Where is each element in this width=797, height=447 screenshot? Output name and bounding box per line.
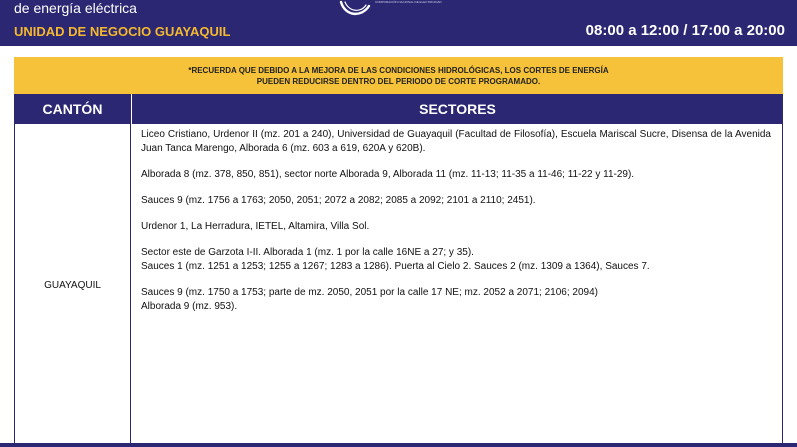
table-body: GUAYAQUIL Liceo Cristiano, Urdenor II (m… (15, 124, 782, 447)
bottom-border (0, 443, 797, 447)
sector-group: Liceo Cristiano, Urdenor II (mz. 201 a 2… (141, 128, 771, 156)
sector-text: Sauces 9 (mz. 1750 a 1753; parte de mz. … (141, 287, 598, 298)
header-subtitle: de energía eléctrica (14, 0, 137, 16)
sectors-table: CANTÓN SECTORES GUAYAQUIL Liceo Cristian… (14, 94, 783, 447)
sector-text: Liceo Cristiano, Urdenor II (mz. 201 a 2… (141, 129, 771, 154)
canton-cell: GUAYAQUIL (44, 280, 101, 291)
column-divider (130, 124, 131, 447)
hydrological-notice: *RECUERDA QUE DEBIDO A LA MEJORA DE LAS … (14, 57, 783, 94)
column-header-canton: CANTÓN (42, 101, 103, 117)
business-unit-title: UNIDAD DE NEGOCIO GUAYAQUIL (14, 24, 231, 39)
sectors-cell: Liceo Cristiano, Urdenor II (mz. 201 a 2… (141, 128, 771, 326)
column-header-sectores: SECTORES (131, 94, 783, 124)
sector-text: Sauces 9 (mz. 1756 a 1763; 2050, 2051; 2… (141, 195, 536, 206)
sector-text: Sector este de Garzota I-II. Alborada 1 … (141, 247, 474, 258)
sector-group: Sector este de Garzota I-II. Alborada 1 … (141, 246, 771, 274)
notice-line-2: PUEDEN REDUCIRSE DENTRO DEL PERIODO DE C… (256, 76, 541, 86)
header-banner: de energía eléctrica UNIDAD DE NEGOCIO G… (0, 0, 797, 46)
sector-text: Alborada 8 (mz. 378, 850, 851), sector n… (141, 169, 635, 180)
logo-tagline: CORPORACIÓN NACIONAL DE ELECTRICIDAD (375, 0, 442, 4)
cnel-logo: CORPORACIÓN NACIONAL DE ELECTRICIDAD (335, 0, 455, 22)
sector-text: Alborada 9 (mz. 953). (141, 301, 238, 312)
sector-group: Sauces 9 (mz. 1750 a 1753; parte de mz. … (141, 286, 771, 314)
table-header: CANTÓN SECTORES (15, 94, 782, 124)
notice-line-1: *RECUERDA QUE DEBIDO A LA MEJORA DE LAS … (188, 65, 609, 75)
sector-text: Urdenor 1, La Herradura, IETEL, Altamira… (141, 221, 370, 232)
outage-schedule: 08:00 a 12:00 / 17:00 a 20:00 (585, 22, 785, 39)
sector-group: Alborada 8 (mz. 378, 850, 851), sector n… (141, 168, 771, 182)
sector-group: Urdenor 1, La Herradura, IETEL, Altamira… (141, 220, 771, 234)
sector-group: Sauces 9 (mz. 1756 a 1763; 2050, 2051; 2… (141, 194, 771, 208)
sector-text: Sauces 1 (mz. 1251 a 1253; 1255 a 1267; … (141, 261, 650, 272)
